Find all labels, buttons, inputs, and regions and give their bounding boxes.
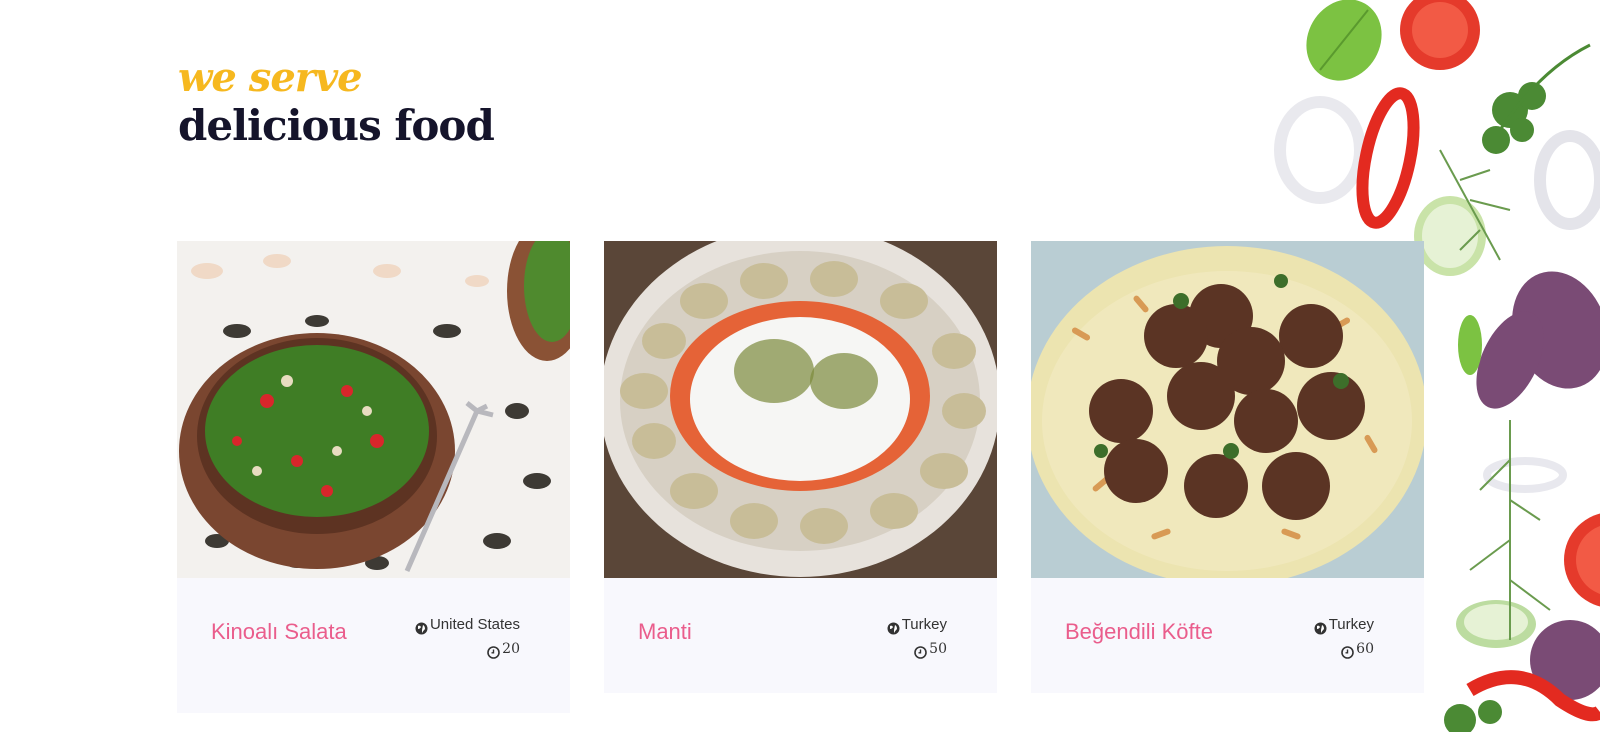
card-country: United States: [415, 613, 520, 637]
globe-icon: [887, 619, 900, 634]
card-meta: United States 20: [415, 613, 520, 661]
globe-icon: [415, 619, 428, 634]
card-title[interactable]: Kinoalı Salata: [211, 615, 381, 649]
food-card[interactable]: Beğendili Köfte Turkey 60: [1031, 241, 1424, 693]
section-title: delicious food: [178, 101, 495, 150]
card-time: 20: [415, 637, 520, 661]
card-country: Turkey: [1314, 613, 1374, 637]
card-time-label: 60: [1356, 641, 1374, 657]
card-time: 60: [1314, 637, 1374, 661]
manti-dumplings-photo: [604, 241, 997, 578]
clock-icon: [487, 643, 500, 659]
clock-icon: [1341, 643, 1354, 659]
card-time-label: 50: [929, 641, 947, 657]
section-subtitle: we serve: [178, 54, 363, 101]
card-title[interactable]: Beğendili Köfte: [1065, 615, 1265, 649]
card-meta: Turkey 50: [887, 613, 947, 661]
card-title[interactable]: Manti: [638, 615, 808, 649]
card-meta: Turkey 60: [1314, 613, 1374, 661]
card-country-label: United States: [429, 616, 520, 633]
kofte-meatballs-photo: [1031, 241, 1424, 578]
food-card[interactable]: Manti Turkey 50: [604, 241, 997, 693]
quinoa-salad-photo: [177, 241, 570, 578]
clock-icon: [914, 643, 927, 659]
card-time-label: 20: [502, 641, 520, 657]
card-country-label: Turkey: [901, 616, 947, 633]
card-time: 50: [887, 637, 947, 661]
section-heading: we serve delicious food: [178, 54, 495, 150]
card-country: Turkey: [887, 613, 947, 637]
card-country-label: Turkey: [1328, 616, 1374, 633]
globe-icon: [1314, 619, 1327, 634]
food-card[interactable]: Kinoalı Salata United States 20: [177, 241, 570, 713]
